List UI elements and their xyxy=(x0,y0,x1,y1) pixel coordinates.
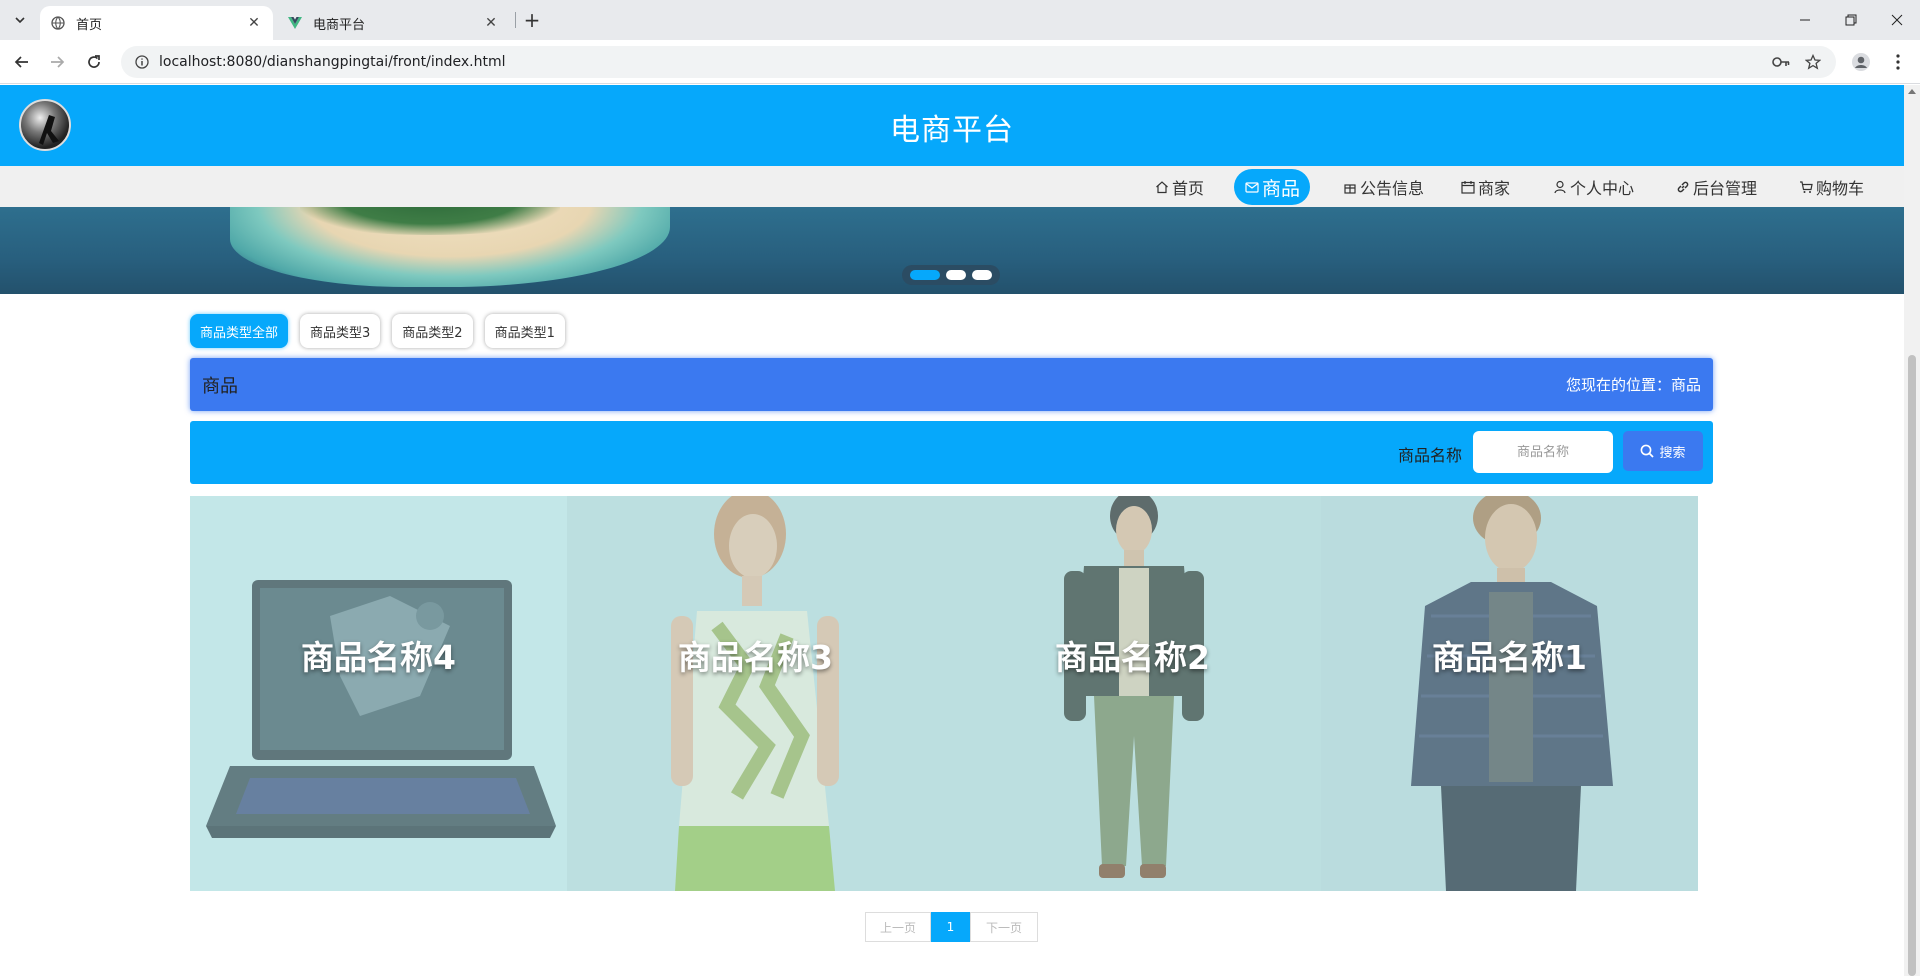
close-icon[interactable]: ✕ xyxy=(245,14,263,32)
carousel-dot-1[interactable] xyxy=(910,270,940,280)
next-page-button[interactable]: 下一页 xyxy=(970,912,1038,942)
reload-button[interactable] xyxy=(80,48,108,76)
forward-button[interactable] xyxy=(43,48,71,76)
carousel-dot-2[interactable] xyxy=(946,270,966,280)
password-key-icon[interactable] xyxy=(1771,52,1791,72)
address-bar[interactable]: localhost:8080/dianshangpingtai/front/in… xyxy=(121,46,1836,78)
page-1-button[interactable]: 1 xyxy=(931,912,970,942)
mail-icon xyxy=(1244,179,1260,195)
product-name: 商品名称4 xyxy=(301,638,456,677)
bookmark-star-icon[interactable] xyxy=(1803,52,1823,72)
profile-button[interactable] xyxy=(1847,48,1875,76)
arrow-right-icon xyxy=(51,56,65,68)
search-label: 商品名称 xyxy=(1398,446,1463,465)
minimize-button[interactable] xyxy=(1782,0,1828,40)
url-text: localhost:8080/dianshangpingtai/front/in… xyxy=(159,54,506,70)
product-card[interactable]: 商品名称1 xyxy=(1321,496,1698,891)
link-icon xyxy=(1675,179,1691,195)
minimize-icon xyxy=(1800,19,1810,21)
reload-icon xyxy=(88,55,100,68)
current-location: 您现在的位置：商品 xyxy=(1565,376,1701,394)
carousel-dot-3[interactable] xyxy=(972,270,992,280)
new-tab-button[interactable]: + xyxy=(520,8,544,32)
filter-type-1[interactable]: 商品类型1 xyxy=(484,314,565,348)
nav-profile[interactable]: 个人中心 xyxy=(1544,172,1642,202)
card-overlay xyxy=(190,496,567,891)
restore-icon xyxy=(1845,14,1857,26)
filter-all[interactable]: 商品类型全部 xyxy=(190,314,289,348)
cart-icon xyxy=(1798,179,1814,195)
arrow-left-icon xyxy=(14,56,28,68)
nav-label: 个人中心 xyxy=(1570,179,1635,198)
browser-menu-button[interactable] xyxy=(1884,48,1912,76)
tab-separator xyxy=(515,12,516,28)
user-icon xyxy=(1552,179,1568,195)
category-filters: 商品类型全部 商品类型3 商品类型2 商品类型1 xyxy=(190,314,565,348)
site-header: 电商平台 xyxy=(0,85,1904,166)
search-button-label: 搜索 xyxy=(1659,445,1686,461)
breadcrumb: 商品 您现在的位置：商品 xyxy=(190,358,1713,411)
browser-toolbar: localhost:8080/dianshangpingtai/front/in… xyxy=(0,40,1920,84)
search-input[interactable] xyxy=(1473,431,1613,473)
nav-cart[interactable]: 购物车 xyxy=(1790,172,1872,202)
scroll-up-arrow-icon[interactable] xyxy=(1908,89,1916,94)
nav-label: 商品 xyxy=(1262,177,1301,200)
profile-icon xyxy=(1852,53,1870,71)
close-icon[interactable]: ✕ xyxy=(482,14,500,32)
search-icon xyxy=(1641,444,1655,458)
tab-search-button[interactable] xyxy=(8,8,32,32)
nav-home[interactable]: 首页 xyxy=(1146,172,1212,202)
browser-tab-home[interactable]: 首页 ✕ xyxy=(40,6,273,40)
info-icon xyxy=(135,55,149,69)
product-card[interactable]: 商品名称4 xyxy=(190,496,567,891)
pagination: 上一页 1 下一页 xyxy=(865,912,1038,942)
main-nav: 首页 商品 公告信息 商家 个人中心 后台管理 购物车 xyxy=(0,166,1904,207)
search-button[interactable]: 搜索 xyxy=(1623,431,1703,471)
prev-page-button[interactable]: 上一页 xyxy=(865,912,931,942)
nav-products[interactable]: 商品 xyxy=(1234,169,1311,205)
globe-icon xyxy=(50,15,66,31)
restore-button[interactable] xyxy=(1828,0,1874,40)
page-viewport: 电商平台 首页 商品 公告信息 商家 个人中心 后台管理 购物车 商品类型全部 … xyxy=(0,85,1920,976)
nav-notices[interactable]: 公告信息 xyxy=(1334,172,1432,202)
back-button[interactable] xyxy=(8,48,36,76)
scrollbar-thumb[interactable] xyxy=(1908,355,1916,976)
filter-type-3[interactable]: 商品类型3 xyxy=(300,314,381,348)
nav-merchants[interactable]: 商家 xyxy=(1452,172,1518,202)
product-card[interactable]: 商品名称3 xyxy=(567,496,944,891)
product-card[interactable]: 商品名称2 xyxy=(944,496,1321,891)
banner-carousel[interactable] xyxy=(0,207,1904,294)
filter-type-2[interactable]: 商品类型2 xyxy=(392,314,473,348)
search-panel: 商品名称 搜索 xyxy=(190,421,1713,484)
kebab-menu-icon xyxy=(1896,54,1900,70)
product-name: 商品名称2 xyxy=(1055,638,1210,677)
vue-logo-icon xyxy=(287,15,303,31)
calendar-icon xyxy=(1460,179,1476,195)
nav-label: 购物车 xyxy=(1816,179,1865,198)
card-overlay xyxy=(944,496,1321,891)
chevron-down-icon xyxy=(15,17,25,24)
product-name: 商品名称1 xyxy=(1432,638,1587,677)
browser-tab-platform[interactable]: 电商平台 ✕ xyxy=(277,6,510,40)
nav-label: 首页 xyxy=(1172,179,1205,198)
tab-title: 首页 xyxy=(76,17,103,33)
tab-title: 电商平台 xyxy=(313,17,366,33)
site-title: 电商平台 xyxy=(890,113,1014,148)
card-overlay xyxy=(1321,496,1698,891)
carousel-indicators xyxy=(902,265,1000,285)
close-icon xyxy=(1891,14,1903,26)
nav-label: 公告信息 xyxy=(1360,179,1425,198)
browser-tab-bar: 首页 ✕ 电商平台 ✕ + xyxy=(0,0,1920,40)
home-icon xyxy=(1154,179,1170,195)
product-grid: 商品名称4 商品名称3 商品名称2 商品名称1 xyxy=(190,496,1698,891)
gift-icon xyxy=(1342,179,1358,195)
nav-label: 商家 xyxy=(1478,179,1511,198)
nav-admin[interactable]: 后台管理 xyxy=(1667,172,1765,202)
product-name: 商品名称3 xyxy=(678,638,833,677)
window-close-button[interactable] xyxy=(1874,0,1920,40)
nav-label: 后台管理 xyxy=(1693,179,1758,198)
page-scrollbar[interactable] xyxy=(1904,85,1920,976)
card-overlay xyxy=(567,496,944,891)
section-title: 商品 xyxy=(202,376,238,397)
